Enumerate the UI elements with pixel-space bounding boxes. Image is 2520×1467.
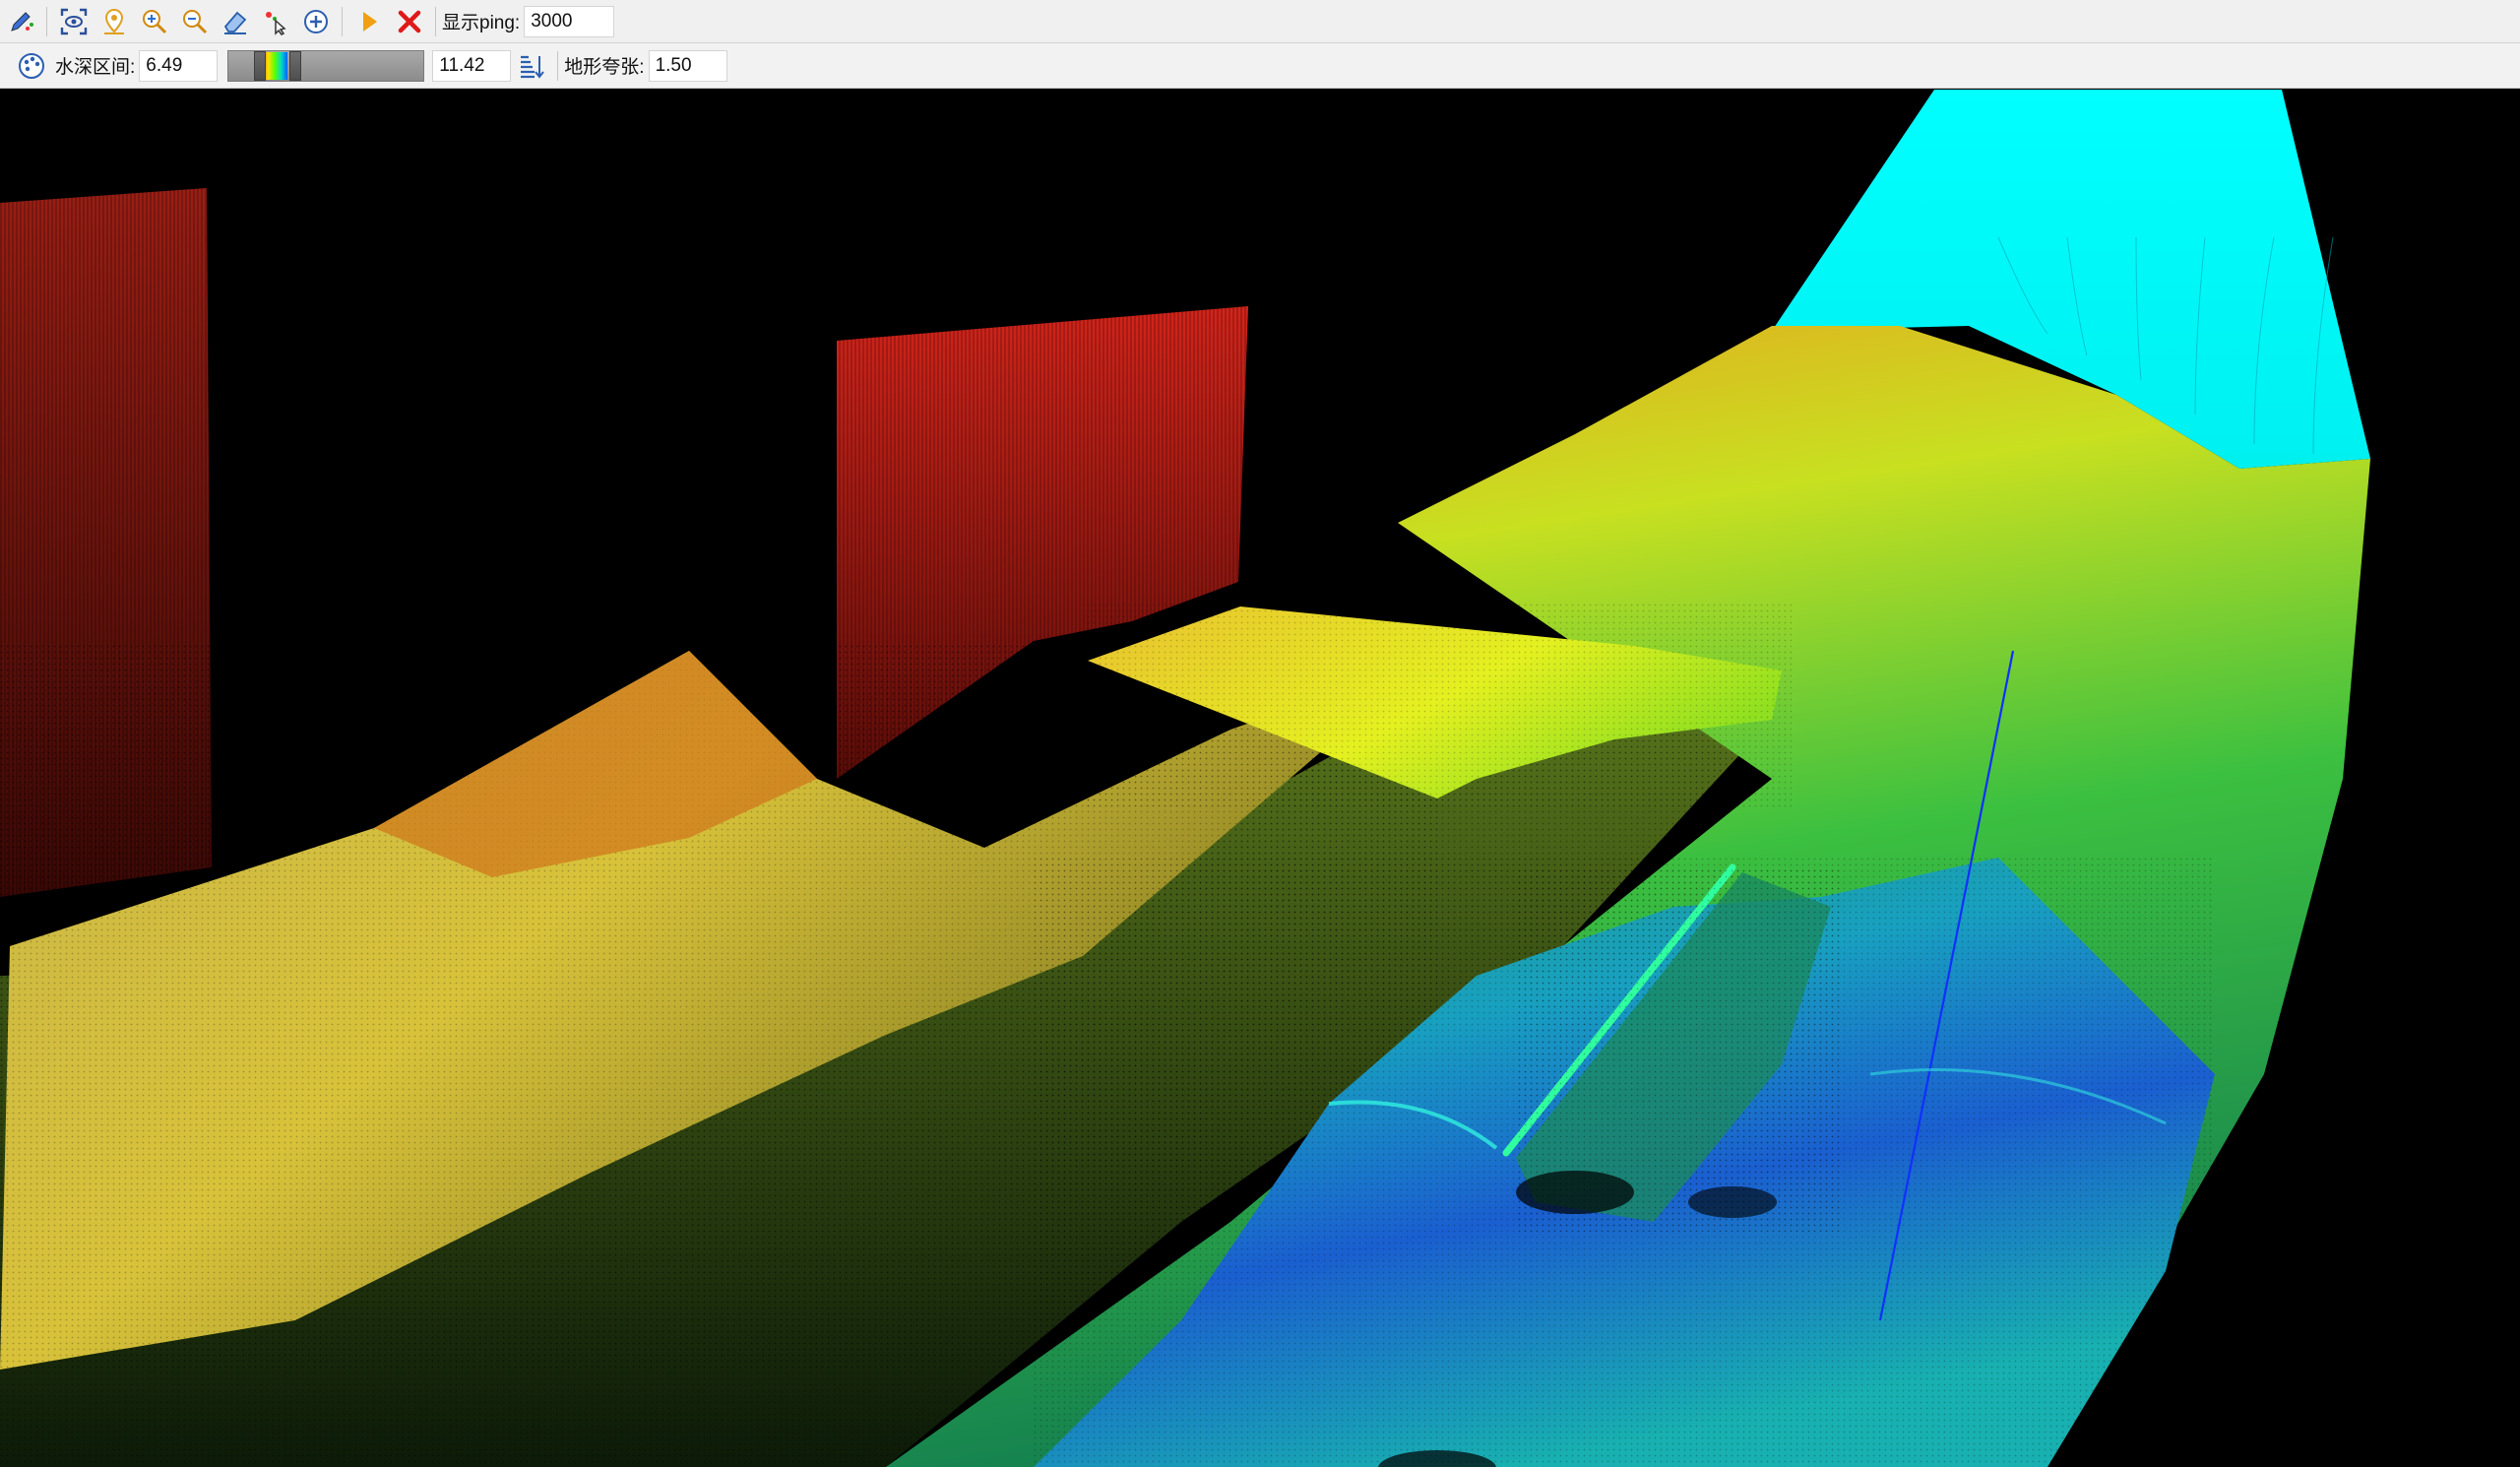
- zoom-in-button[interactable]: [135, 2, 174, 41]
- exaggeration-input[interactable]: [648, 49, 727, 82]
- sort-depth-icon: [521, 55, 545, 79]
- eraser-button[interactable]: [216, 2, 255, 41]
- stop-button[interactable]: [390, 2, 429, 41]
- edit-points-button[interactable]: [1, 2, 40, 41]
- play-icon: [363, 11, 377, 32]
- slider-max-handle[interactable]: [289, 50, 302, 81]
- zoom-out-button[interactable]: [175, 2, 215, 41]
- depth-max-input[interactable]: [432, 49, 512, 82]
- toolbar-separator: [557, 50, 559, 81]
- center-button[interactable]: [296, 2, 336, 41]
- zoom-out-icon: [183, 9, 208, 33]
- toolbar-separator: [435, 6, 436, 36]
- depth-range-slider[interactable]: [227, 49, 425, 82]
- 3d-point-cloud-viewport[interactable]: [0, 90, 2520, 1467]
- select-button[interactable]: [256, 2, 295, 41]
- palette-icon: [19, 52, 44, 79]
- toolbar-separator: [342, 6, 343, 36]
- depth-toolbar: 水深区间: 地形夸张:: [0, 43, 2520, 89]
- location-pin-icon: [104, 8, 124, 34]
- circle-plus-icon: [304, 9, 328, 33]
- close-x-icon: [398, 10, 421, 32]
- ping-input[interactable]: [524, 5, 615, 37]
- main-toolbar: 显示ping:: [0, 0, 2520, 43]
- depth-range-label: 水深区间:: [55, 57, 136, 78]
- pencil-points-icon: [11, 11, 33, 32]
- locate-button[interactable]: [94, 2, 134, 41]
- pointer-select-icon: [266, 11, 286, 35]
- play-button[interactable]: [349, 2, 389, 41]
- ping-label: 显示ping:: [442, 13, 521, 33]
- sort-depth-button[interactable]: [512, 46, 551, 86]
- slider-min-handle[interactable]: [254, 50, 267, 81]
- eye-frame-icon: [60, 8, 88, 34]
- color-palette-button[interactable]: [12, 46, 51, 86]
- exaggeration-label: 地形夸张:: [564, 57, 645, 78]
- toolbar-separator: [46, 6, 47, 36]
- zoom-in-icon: [143, 9, 167, 33]
- depth-min-input[interactable]: [139, 49, 219, 82]
- eraser-icon: [223, 11, 247, 34]
- point-cloud-render: [0, 90, 2370, 1467]
- view-all-button[interactable]: [54, 2, 94, 41]
